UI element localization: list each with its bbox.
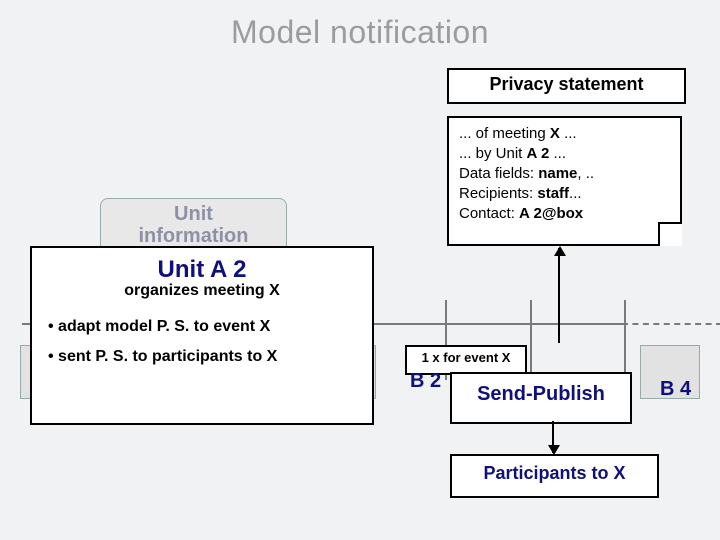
- t: ...: [560, 125, 577, 142]
- t: Contact:: [459, 205, 519, 222]
- t: , ..: [577, 165, 594, 182]
- page-title: Model notification: [0, 14, 720, 51]
- timeline-dash: [622, 323, 720, 325]
- t: name: [538, 165, 577, 182]
- unit-a2-panel: Unit A 2 organizes meeting X • adapt mod…: [30, 246, 374, 425]
- t: A 2: [527, 145, 550, 162]
- unit-a2-sub: organizes meeting X: [32, 282, 372, 300]
- page-fold-icon: [658, 222, 682, 246]
- arrow-up-icon: [558, 248, 560, 343]
- label-b2: B 2: [410, 370, 441, 393]
- t: A 2@box: [519, 205, 583, 222]
- bullet-sent: • sent P. S. to participants to X: [48, 348, 372, 366]
- privacy-statement-label: Privacy statement: [447, 68, 686, 104]
- privacy-note: ... of meeting X ... ... by Unit A 2 ...…: [447, 116, 682, 246]
- bullet-adapt: • adapt model P. S. to event X: [48, 318, 372, 336]
- t: Data fields:: [459, 165, 538, 182]
- t: ...: [549, 145, 566, 162]
- t: Unit: [101, 203, 286, 225]
- t: ... of meeting: [459, 125, 550, 142]
- send-publish-box: Send-Publish: [450, 372, 632, 424]
- t: Recipients:: [459, 185, 537, 202]
- tick: [624, 300, 626, 380]
- t: ... by Unit: [459, 145, 527, 162]
- t: staff: [537, 185, 569, 202]
- tick: [530, 300, 532, 380]
- t: X: [550, 125, 560, 142]
- unit-a2-header: Unit A 2: [32, 256, 372, 284]
- participants-box: Participants to X: [450, 454, 659, 498]
- t: ...: [569, 185, 582, 202]
- arrow-down-icon: [552, 421, 554, 453]
- t: information: [101, 225, 286, 247]
- label-b4: B 4: [660, 378, 691, 401]
